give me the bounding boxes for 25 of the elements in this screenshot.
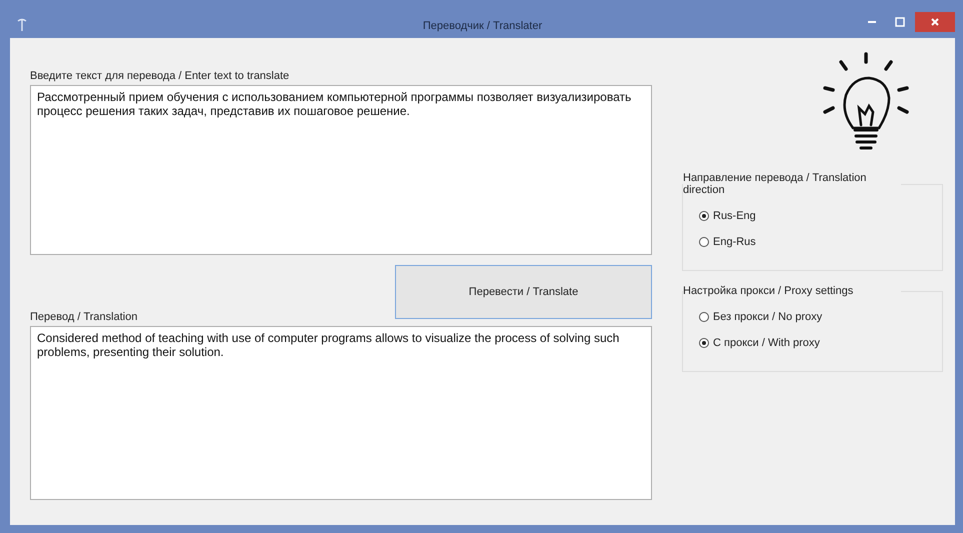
group-title: Направление перевода / Translation direction [683, 172, 868, 196]
option-label: Без прокси / No proxy [713, 311, 822, 323]
radio-option[interactable]: Rus-Eng [699, 210, 932, 222]
option-label: Eng-Rus [713, 236, 756, 248]
input-label: Введите текст для перевода / Enter text to translate [30, 70, 290, 82]
maximize-icon [895, 17, 905, 27]
radio-option[interactable]: С прокси / With proxy [699, 337, 932, 349]
app-icon [16, 18, 28, 32]
radio-button[interactable] [699, 211, 709, 221]
input-field[interactable]: Рассмотренный прием обучения с использованием компьютерной программы позволяет визуализировать процесс решения таких задач, представив их пошаговое решение. [30, 85, 652, 255]
radio-option[interactable]: Без прокси / No proxy [699, 311, 932, 323]
radio-option[interactable]: Eng-Rus [699, 236, 932, 248]
radio-button[interactable] [699, 312, 709, 322]
close-icon [930, 17, 940, 27]
option-label: С прокси / With proxy [713, 337, 820, 349]
minimize-icon [867, 21, 877, 23]
group-title: Настройка прокси / Proxy settings [683, 285, 854, 297]
output-label: Перевод / Translation [30, 311, 138, 323]
close-button[interactable] [915, 12, 955, 32]
option-label: Rus-Eng [713, 210, 756, 222]
radio-button[interactable] [699, 237, 709, 247]
output-field[interactable]: Considered method of teaching with use of computer programs allows to visualize the process of solving such problems, presenting their solution. [30, 326, 652, 500]
translate-button[interactable]: Перевести / Translate [395, 265, 652, 319]
radio-button[interactable] [699, 338, 709, 348]
window-title: Переводчик / Translater [422, 20, 542, 32]
